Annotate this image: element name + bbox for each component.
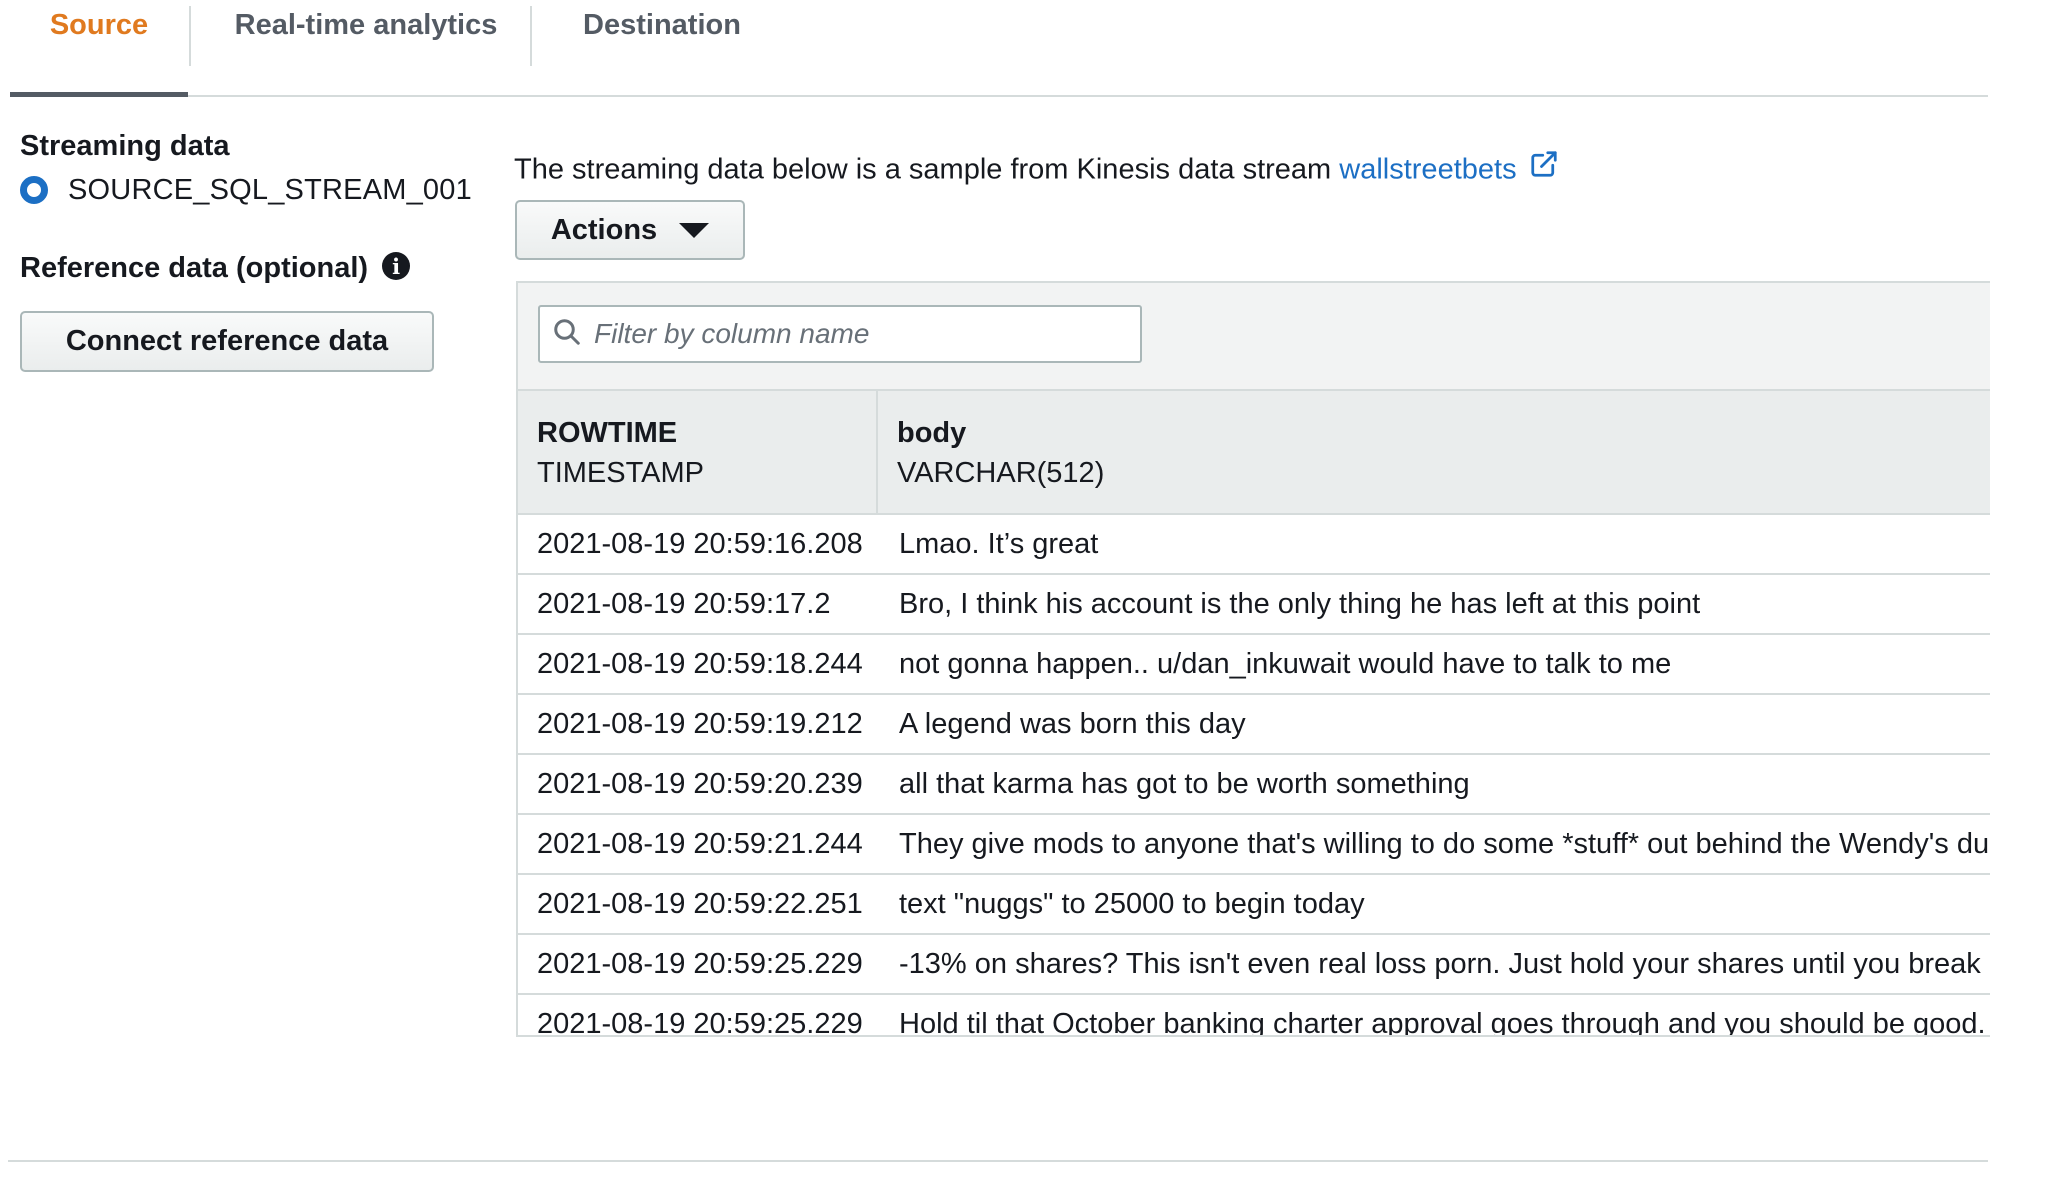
filter-field[interactable] <box>538 305 1142 363</box>
body-cell: Lmao. It’s great <box>899 527 1099 560</box>
intro-text: The streaming data below is a sample fro… <box>514 149 1559 190</box>
body-cell: Hold til that October banking charter ap… <box>899 1007 1986 1037</box>
rowtime-cell: 2021-08-19 20:59:25.229 <box>537 1007 863 1037</box>
filter-bar <box>518 283 1990 391</box>
actions-dropdown-button[interactable]: Actions <box>515 200 745 260</box>
search-icon <box>552 317 582 352</box>
table-row[interactable]: 2021-08-19 20:59:16.208 Lmao. It’s great <box>518 515 1990 575</box>
tab-source[interactable]: Source <box>10 0 188 97</box>
tab-destination-label: Destination <box>583 9 741 41</box>
rowtime-cell: 2021-08-19 20:59:18.244 <box>537 647 863 680</box>
rowtime-cell: 2021-08-19 20:59:17.2 <box>537 587 831 620</box>
body-cell: They give mods to anyone that's willing … <box>899 827 1990 860</box>
stream-link[interactable]: wallstreetbets <box>1339 154 1516 186</box>
external-link-icon[interactable] <box>1529 149 1559 187</box>
column-name: ROWTIME <box>537 417 678 449</box>
caret-down-icon <box>679 222 710 238</box>
table-row[interactable]: 2021-08-19 20:59:20.239 all that karma h… <box>518 755 1990 815</box>
rowtime-cell: 2021-08-19 20:59:19.212 <box>537 707 863 740</box>
info-icon[interactable]: i <box>382 252 411 281</box>
table-row[interactable]: 2021-08-19 20:59:25.229 Hold til that Oc… <box>518 995 1990 1037</box>
tab-real-time-analytics[interactable]: Real-time analytics <box>191 0 541 95</box>
column-header-rowtime[interactable]: ROWTIME TIMESTAMP <box>518 391 878 513</box>
body-cell: not gonna happen.. u/dan_inkuwait would … <box>899 647 1672 680</box>
streaming-data-heading: Streaming data <box>20 130 230 162</box>
reference-data-label: Reference data (optional) <box>20 252 369 284</box>
table-row[interactable]: 2021-08-19 20:59:17.2 Bro, I think his a… <box>518 575 1990 635</box>
rowtime-cell: 2021-08-19 20:59:20.239 <box>537 767 863 800</box>
table-header: ROWTIME TIMESTAMP body VARCHAR(512) <box>518 391 1990 515</box>
section-divider <box>8 1160 1988 1162</box>
tab-bar: Source Real-time analytics Destination <box>10 0 1988 97</box>
column-name: body <box>897 417 967 449</box>
rowtime-cell: 2021-08-19 20:59:25.229 <box>537 947 863 980</box>
rowtime-cell: 2021-08-19 20:59:21.244 <box>537 827 863 860</box>
connect-reference-data-button[interactable]: Connect reference data <box>20 311 434 372</box>
body-cell: text "nuggs" to 25000 to begin today <box>899 887 1365 920</box>
body-cell: -13% on shares? This isn't even real los… <box>899 947 1990 980</box>
radio-selected-icon[interactable] <box>20 176 48 204</box>
tab-source-label: Source <box>49 9 149 41</box>
stream-radio-option[interactable]: SOURCE_SQL_STREAM_001 <box>20 172 472 208</box>
intro-sentence: The streaming data below is a sample fro… <box>514 153 1340 186</box>
filter-input[interactable] <box>592 317 1116 351</box>
rowtime-cell: 2021-08-19 20:59:16.208 <box>537 527 863 560</box>
column-type: VARCHAR(512) <box>897 457 1105 489</box>
actions-label: Actions <box>550 213 658 246</box>
body-cell: Bro, I think his account is the only thi… <box>899 587 1701 620</box>
column-type: TIMESTAMP <box>537 457 705 489</box>
column-header-body[interactable]: body VARCHAR(512) <box>878 391 1990 513</box>
rowtime-cell: 2021-08-19 20:59:22.251 <box>537 887 863 920</box>
tab-real-time-analytics-label: Real-time analytics <box>234 9 498 41</box>
table-row[interactable]: 2021-08-19 20:59:25.229 -13% on shares? … <box>518 935 1990 995</box>
table-row[interactable]: 2021-08-19 20:59:21.244 They give mods t… <box>518 815 1990 875</box>
body-cell: all that karma has got to be worth somet… <box>899 767 1470 800</box>
tab-destination[interactable]: Destination <box>532 0 792 95</box>
table-row[interactable]: 2021-08-19 20:59:18.244 not gonna happen… <box>518 635 1990 695</box>
data-grid: ROWTIME TIMESTAMP body VARCHAR(512) 2021… <box>516 281 1990 1037</box>
table-row[interactable]: 2021-08-19 20:59:19.212 A legend was bor… <box>518 695 1990 755</box>
reference-data-heading: Reference data (optional) i <box>20 252 411 285</box>
body-cell: A legend was born this day <box>899 707 1246 740</box>
table-row[interactable]: 2021-08-19 20:59:22.251 text "nuggs" to … <box>518 875 1990 935</box>
stream-name-label: SOURCE_SQL_STREAM_001 <box>68 173 472 206</box>
